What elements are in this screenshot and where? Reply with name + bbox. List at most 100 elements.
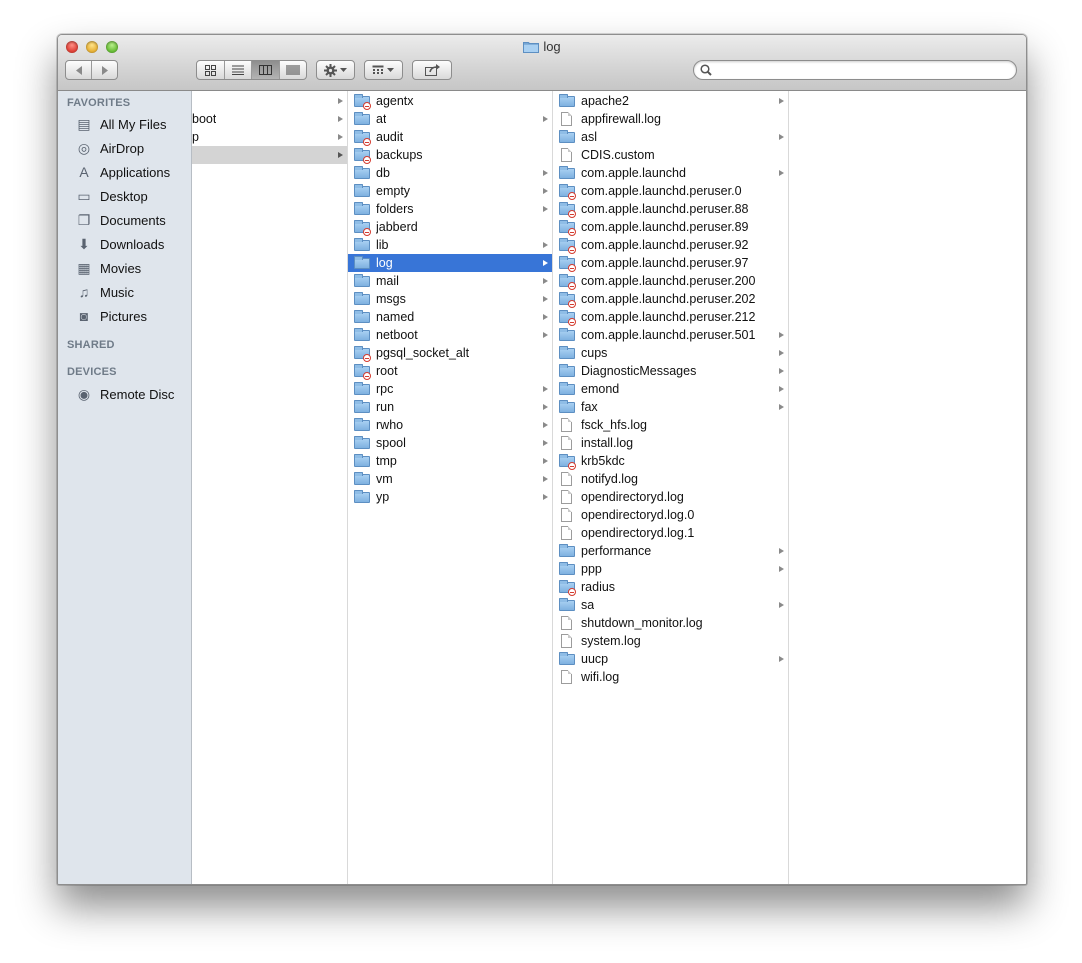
folder-row[interactable]: tmp — [348, 452, 552, 470]
folder-row[interactable]: named — [348, 308, 552, 326]
file-row[interactable]: CDIS.custom — [553, 146, 788, 164]
folder-row[interactable]: emond — [553, 380, 788, 398]
folder-row[interactable]: at — [348, 110, 552, 128]
folder-row[interactable]: lib — [348, 236, 552, 254]
restricted-folder-icon — [559, 202, 576, 218]
folder-row[interactable]: com.apple.launchd.peruser.212 — [553, 308, 788, 326]
file-row[interactable]: wifi.log — [553, 668, 788, 686]
folder-row[interactable]: p — [192, 128, 347, 146]
folder-row[interactable]: msgs — [348, 290, 552, 308]
folder-icon — [354, 292, 370, 306]
column-view-button[interactable] — [252, 61, 280, 79]
disclosure-arrow-icon — [541, 326, 549, 344]
sidebar-item-airdrop[interactable]: ◎ AirDrop — [75, 137, 144, 159]
file-row[interactable]: opendirectoryd.log — [553, 488, 788, 506]
folder-row[interactable]: com.apple.launchd.peruser.202 — [553, 290, 788, 308]
sidebar-item-movies[interactable]: ▦ Movies — [75, 257, 141, 279]
disclosure-arrow-icon — [541, 290, 549, 308]
disclosure-arrow-icon — [541, 380, 549, 398]
folder-row[interactable]: fax — [553, 398, 788, 416]
folder-icon — [354, 310, 370, 324]
folder-row[interactable]: yp — [348, 488, 552, 506]
title-bar[interactable]: log — [58, 35, 1026, 91]
sidebar-item-documents[interactable]: ❐ Documents — [75, 209, 166, 231]
search-field[interactable] — [693, 60, 1017, 80]
folder-row[interactable]: performance — [553, 542, 788, 560]
folder-row[interactable]: audit — [348, 128, 552, 146]
folder-row[interactable]: com.apple.launchd.peruser.89 — [553, 218, 788, 236]
folder-row[interactable] — [192, 92, 347, 110]
folder-row[interactable]: jabberd — [348, 218, 552, 236]
file-row[interactable]: notifyd.log — [553, 470, 788, 488]
forward-button[interactable] — [92, 61, 117, 79]
browser-column-3[interactable]: apache2 appfirewall.log asl CDIS.custom com.… — [553, 91, 789, 884]
folder-row[interactable]: asl — [553, 128, 788, 146]
folder-row[interactable]: run — [348, 398, 552, 416]
back-button[interactable] — [66, 61, 92, 79]
action-menu-button[interactable] — [316, 60, 355, 80]
document-icon — [559, 418, 575, 432]
sidebar-item-downloads[interactable]: ⬇ Downloads — [75, 233, 164, 255]
restricted-folder-icon — [354, 364, 371, 380]
file-row[interactable]: opendirectoryd.log.1 — [553, 524, 788, 542]
folder-row[interactable]: apache2 — [553, 92, 788, 110]
sidebar-item-all-my-files[interactable]: ▤ All My Files — [75, 113, 166, 135]
folder-row[interactable]: db — [348, 164, 552, 182]
file-row[interactable]: install.log — [553, 434, 788, 452]
list-view-button[interactable] — [225, 61, 252, 79]
browser-column-4[interactable] — [789, 91, 1026, 884]
item-name: opendirectoryd.log.0 — [581, 508, 695, 522]
arrange-menu-button[interactable] — [364, 60, 403, 80]
folder-row[interactable]: rpc — [348, 380, 552, 398]
folder-row[interactable]: com.apple.launchd.peruser.501 — [553, 326, 788, 344]
folder-row[interactable]: krb5kdc — [553, 452, 788, 470]
folder-icon — [354, 400, 370, 414]
file-row[interactable]: opendirectoryd.log.0 — [553, 506, 788, 524]
folder-row[interactable]: netboot — [348, 326, 552, 344]
coverflow-view-button[interactable] — [280, 61, 307, 79]
file-row[interactable]: fsck_hfs.log — [553, 416, 788, 434]
folder-row[interactable]: DiagnosticMessages — [553, 362, 788, 380]
restricted-folder-icon — [559, 580, 576, 596]
folder-row[interactable]: empty — [348, 182, 552, 200]
folder-row[interactable]: folders — [348, 200, 552, 218]
folder-row[interactable]: sa — [553, 596, 788, 614]
folder-row[interactable]: com.apple.launchd.peruser.200 — [553, 272, 788, 290]
folder-icon — [354, 472, 370, 486]
file-row[interactable]: appfirewall.log — [553, 110, 788, 128]
folder-row[interactable]: cups — [553, 344, 788, 362]
folder-row[interactable]: backups — [348, 146, 552, 164]
folder-row[interactable]: pgsql_socket_alt — [348, 344, 552, 362]
folder-row[interactable]: log — [348, 254, 552, 272]
folder-row[interactable]: boot — [192, 110, 347, 128]
folder-row[interactable] — [192, 146, 347, 164]
folder-row[interactable]: uucp — [553, 650, 788, 668]
folder-row[interactable]: radius — [553, 578, 788, 596]
folder-row[interactable]: rwho — [348, 416, 552, 434]
search-input[interactable] — [716, 62, 1010, 80]
folder-row[interactable]: mail — [348, 272, 552, 290]
browser-column-1[interactable]: boot p — [192, 91, 348, 884]
browser-column-2[interactable]: agentx at audit backups db empty folders jabber… — [348, 91, 553, 884]
folder-row[interactable]: com.apple.launchd.peruser.97 — [553, 254, 788, 272]
item-name: agentx — [376, 94, 414, 108]
folder-row[interactable]: com.apple.launchd — [553, 164, 788, 182]
file-row[interactable]: shutdown_monitor.log — [553, 614, 788, 632]
folder-row[interactable]: com.apple.launchd.peruser.92 — [553, 236, 788, 254]
share-button[interactable] — [412, 60, 452, 80]
sidebar-item-desktop[interactable]: ▭ Desktop — [75, 185, 147, 207]
folder-row[interactable]: agentx — [348, 92, 552, 110]
folder-row[interactable]: com.apple.launchd.peruser.88 — [553, 200, 788, 218]
icon-view-button[interactable] — [197, 61, 225, 79]
disclosure-arrow-icon — [777, 164, 785, 182]
folder-row[interactable]: root — [348, 362, 552, 380]
file-row[interactable]: system.log — [553, 632, 788, 650]
sidebar-item-remote-disc[interactable]: ◉ Remote Disc — [75, 383, 175, 405]
sidebar-item-applications[interactable]: A Applications — [75, 161, 170, 183]
sidebar-item-music[interactable]: ♫ Music — [75, 281, 134, 303]
folder-row[interactable]: com.apple.launchd.peruser.0 — [553, 182, 788, 200]
folder-row[interactable]: ppp — [553, 560, 788, 578]
folder-row[interactable]: spool — [348, 434, 552, 452]
folder-row[interactable]: vm — [348, 470, 552, 488]
sidebar-item-pictures[interactable]: ◙ Pictures — [75, 305, 147, 327]
